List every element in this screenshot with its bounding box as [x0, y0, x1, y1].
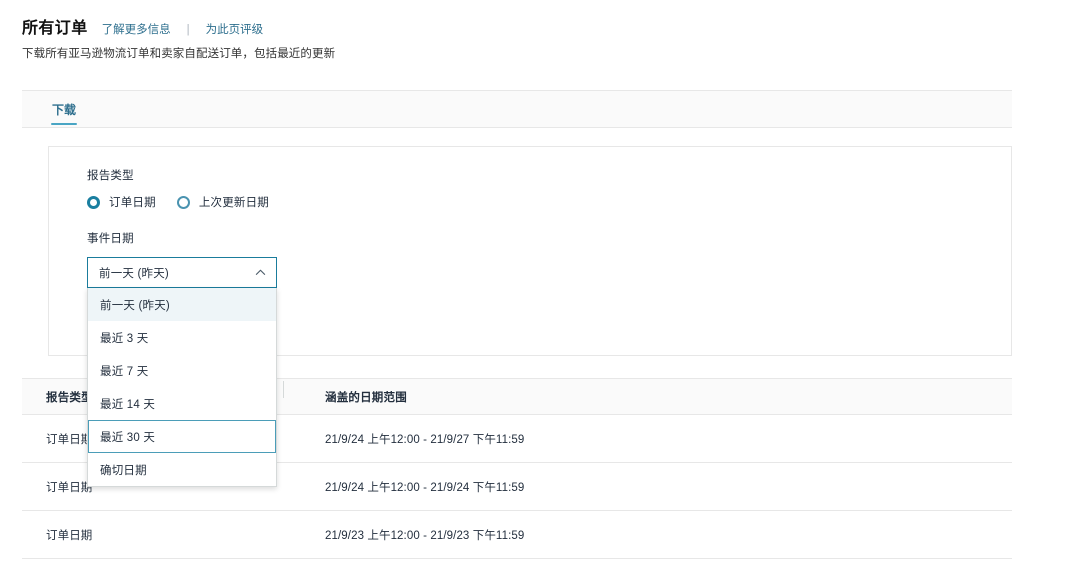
column-header-date-range: 涵盖的日期范围 — [283, 380, 843, 405]
dropdown-option-last-7-days[interactable]: 最近 7 天 — [88, 354, 276, 387]
cell-date-range: 21/9/23 上午12:00 - 21/9/23 下午11:59 — [325, 529, 525, 542]
report-type-label: 报告类型 — [87, 170, 134, 182]
event-date-select-wrapper: 前一天 (昨天) 前一天 (昨天) 最近 3 天 最近 7 天 最近 14 天 … — [87, 257, 277, 487]
event-date-select-value: 前一天 (昨天) — [99, 267, 169, 280]
event-date-dropdown-list: 前一天 (昨天) 最近 3 天 最近 7 天 最近 14 天 最近 30 天 确… — [87, 288, 277, 487]
radio-dot-checked-icon — [87, 195, 100, 209]
page-title: 所有订单 — [22, 20, 88, 37]
tab-active-underline — [51, 122, 77, 125]
page-subtitle: 下载所有亚马逊物流订单和卖家自配送订单，包括最近的更新 — [22, 48, 336, 60]
event-date-select[interactable]: 前一天 (昨天) — [87, 257, 277, 288]
cell-report-type: 订单日期 — [46, 529, 93, 542]
event-date-label: 事件日期 — [87, 233, 134, 245]
header-separator: | — [186, 24, 190, 36]
radio-option-order-date[interactable]: 订单日期 — [87, 194, 156, 210]
dropdown-option-last-30-days[interactable]: 最近 30 天 — [88, 420, 276, 453]
cell-date-range: 21/9/24 上午12:00 - 21/9/27 下午11:59 — [325, 433, 525, 446]
dropdown-option-last-3-days[interactable]: 最近 3 天 — [88, 321, 276, 354]
filter-panel: 报告类型 订单日期 上次更新日期 事件日期 前一天 (昨天) 前一天 (昨天) … — [48, 146, 1012, 487]
radio-dot-unchecked-icon — [176, 195, 190, 209]
page-header: 所有订单 了解更多信息 | 为此页评级 下载所有亚马逊物流订单和卖家自配送订单，… — [0, 0, 1080, 61]
chevron-up-icon — [255, 267, 266, 278]
tab-strip: 下载 — [22, 90, 1012, 128]
filter-panel-inner: 报告类型 订单日期 上次更新日期 事件日期 前一天 (昨天) 前一天 (昨天) … — [49, 147, 1011, 487]
radio-label-last-updated-date: 上次更新日期 — [198, 197, 270, 209]
dropdown-option-exact-date[interactable]: 确切日期 — [88, 453, 276, 486]
report-type-radio-group: 订单日期 上次更新日期 — [87, 194, 1011, 210]
cell-date-range: 21/9/24 上午12:00 - 21/9/24 下午11:59 — [325, 481, 525, 494]
rate-page-link[interactable]: 为此页评级 — [206, 21, 264, 37]
dropdown-option-last-14-days[interactable]: 最近 14 天 — [88, 387, 276, 420]
title-row: 所有订单 了解更多信息 | 为此页评级 — [22, 14, 1080, 37]
tab-download-label: 下载 — [52, 102, 77, 117]
radio-option-last-updated-date[interactable]: 上次更新日期 — [176, 194, 270, 210]
column-divider[interactable] — [283, 380, 284, 398]
radio-label-order-date: 订单日期 — [109, 197, 156, 209]
tab-download[interactable]: 下载 — [36, 91, 92, 127]
learn-more-link[interactable]: 了解更多信息 — [102, 21, 171, 37]
table-row: 订单日期 21/9/23 上午12:00 - 21/9/23 下午11:59 — [22, 511, 1012, 559]
dropdown-option-previous-day[interactable]: 前一天 (昨天) — [88, 288, 276, 321]
